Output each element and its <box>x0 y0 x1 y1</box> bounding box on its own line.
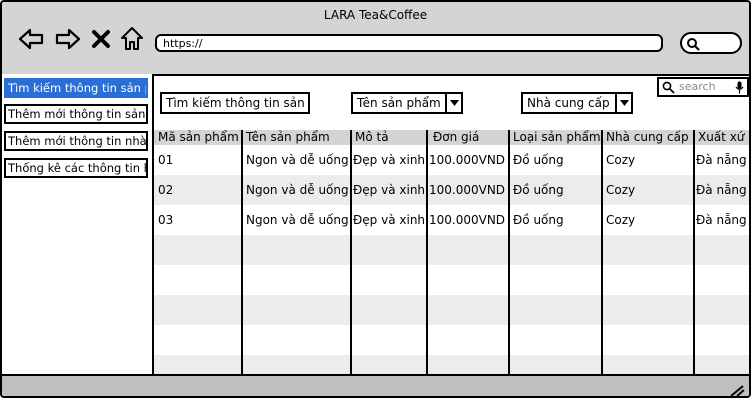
cell-product-code: 01 <box>158 153 174 167</box>
cell-product-name: Ngon và dễ uống <box>246 153 349 167</box>
product-name-select[interactable]: Tên sản phẩm <box>351 92 463 114</box>
sidebar-item-add-supplier[interactable]: Thêm mới thông tin nhà cung cấp <box>4 131 148 151</box>
table-row[interactable]: 03 Ngon và dễ uống Đẹp và xinh 100.000VN… <box>154 205 749 235</box>
search-input[interactable]: search <box>657 77 749 97</box>
cell-supplier: Cozy <box>606 183 636 197</box>
cell-origin: Đà nẵng <box>696 153 747 167</box>
cell-product-name: Ngon và dễ uống <box>246 183 349 197</box>
cell-product-type: Đồ uống <box>513 183 564 197</box>
header-product-code[interactable]: Mã sản phẩm <box>154 130 242 145</box>
table-row-empty <box>154 295 749 325</box>
home-button[interactable] <box>118 24 146 54</box>
arrow-left-icon <box>18 28 44 50</box>
stop-button[interactable] <box>89 24 113 54</box>
table-row-empty <box>154 355 749 374</box>
browser-window: LARA Tea&Coffee https:// Tìm kiếm thông … <box>0 0 751 398</box>
browser-search-pill[interactable] <box>680 32 742 54</box>
column-divider <box>693 130 695 374</box>
main-content: search Tìm kiếm thông tin sản phẩm Tên s… <box>154 74 749 374</box>
supplier-select-value: Nhà cung cấp <box>527 96 610 110</box>
arrow-right-icon <box>55 28 81 50</box>
header-product-name[interactable]: Tên sản phẩm <box>242 130 351 145</box>
window-title: LARA Tea&Coffee <box>323 8 428 22</box>
products-table: Mã sản phẩm Tên sản phẩm Mô tả Đơn giá L… <box>154 130 749 374</box>
sidebar-item-add-product[interactable]: Thêm mới thông tin sản phẩm <box>4 104 148 124</box>
cell-unit-price: 100.000VND <box>429 153 506 167</box>
cell-origin: Đà nẵng <box>696 213 747 227</box>
resize-grip-icon[interactable] <box>729 383 745 397</box>
chevron-down-icon <box>445 94 461 112</box>
column-divider <box>350 130 352 374</box>
cell-description: Đẹp và xinh <box>353 153 426 167</box>
forward-button[interactable] <box>53 24 83 54</box>
search-icon <box>687 38 700 51</box>
table-row-empty <box>154 265 749 295</box>
cell-unit-price: 100.000VND <box>429 183 506 197</box>
cell-product-type: Đồ uống <box>513 213 564 227</box>
header-unit-price[interactable]: Đơn giá <box>427 130 509 145</box>
cell-origin: Đà nẵng <box>696 183 747 197</box>
search-placeholder: search <box>679 80 716 93</box>
cell-description: Đẹp và xinh <box>353 183 426 197</box>
header-product-type[interactable]: Loại sản phẩm <box>509 130 602 145</box>
cell-supplier: Cozy <box>606 213 636 227</box>
sidebar: Tìm kiếm thông tin sản phẩm Thêm mới thô… <box>2 74 154 374</box>
table-row-empty <box>154 325 749 355</box>
column-divider <box>601 130 603 374</box>
table-row[interactable]: 02 Ngon và dễ uống Đẹp và xinh 100.000VN… <box>154 175 749 205</box>
supplier-select[interactable]: Nhà cung cấp <box>521 92 633 114</box>
cell-product-code: 03 <box>158 213 174 227</box>
sidebar-item-statistics[interactable]: Thống kê các thông tin liên quan <box>4 158 148 178</box>
address-bar[interactable]: https:// <box>155 34 663 52</box>
cell-unit-price: 100.000VND <box>429 213 506 227</box>
header-supplier[interactable]: Nhà cung cấp <box>602 130 694 145</box>
column-divider <box>508 130 510 374</box>
header-origin[interactable]: Xuất xứ <box>694 130 749 145</box>
chevron-down-icon <box>615 94 631 112</box>
search-icon <box>662 81 675 94</box>
table-row[interactable]: 01 Ngon và dễ uống Đẹp và xinh 100.000VN… <box>154 145 749 175</box>
product-name-select-value: Tên sản phẩm <box>357 96 441 110</box>
x-icon <box>92 30 110 48</box>
table-header: Mã sản phẩm Tên sản phẩm Mô tả Đơn giá L… <box>154 130 749 145</box>
cell-supplier: Cozy <box>606 153 636 167</box>
status-bar <box>2 374 749 397</box>
back-button[interactable] <box>16 24 46 54</box>
cell-product-type: Đồ uống <box>513 153 564 167</box>
column-divider <box>426 130 428 374</box>
keyword-field[interactable]: Tìm kiếm thông tin sản phẩm <box>160 92 310 114</box>
cell-description: Đẹp và xinh <box>353 213 426 227</box>
header-description[interactable]: Mô tả <box>351 130 427 145</box>
sidebar-item-search-product[interactable]: Tìm kiếm thông tin sản phẩm <box>4 78 148 98</box>
cell-product-code: 02 <box>158 183 174 197</box>
column-divider <box>241 130 243 374</box>
browser-chrome: LARA Tea&Coffee https:// <box>2 2 749 76</box>
cell-product-name: Ngon và dễ uống <box>246 213 349 227</box>
table-row-empty <box>154 235 749 265</box>
home-icon <box>121 27 143 50</box>
microphone-icon[interactable] <box>735 81 744 94</box>
